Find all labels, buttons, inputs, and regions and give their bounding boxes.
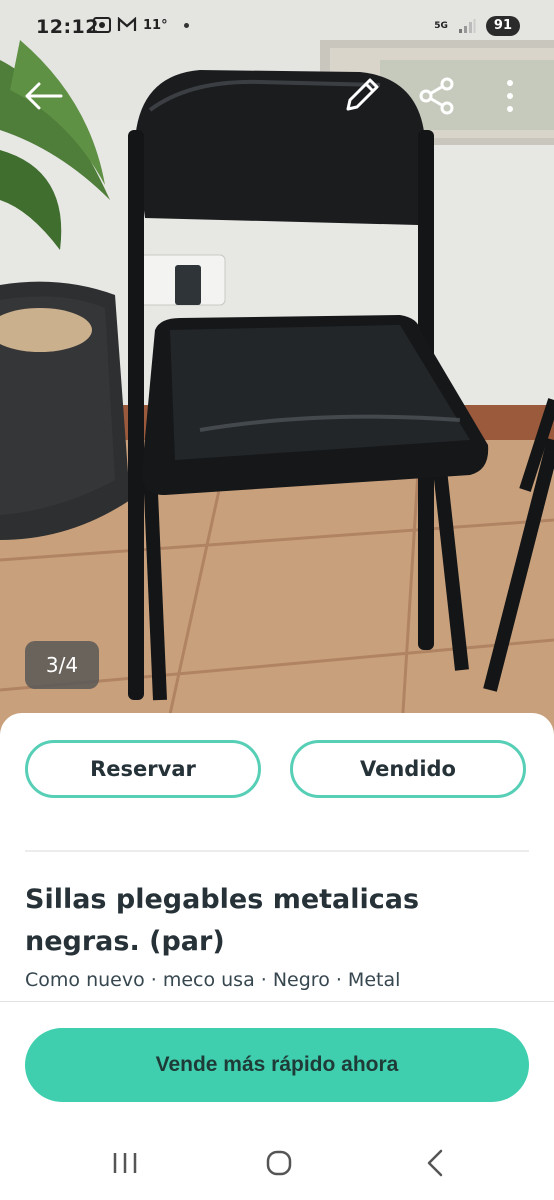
back-button[interactable] bbox=[21, 74, 65, 118]
photo-counter: 3/4 bbox=[25, 641, 99, 689]
nav-back-button[interactable] bbox=[405, 1138, 465, 1188]
system-navigation-bar bbox=[0, 1128, 554, 1200]
home-icon bbox=[266, 1150, 292, 1176]
arrow-left-icon bbox=[25, 82, 63, 110]
status-more-dot bbox=[183, 22, 189, 28]
edit-button[interactable] bbox=[340, 73, 384, 117]
sold-button[interactable]: Vendido bbox=[290, 740, 526, 798]
status-bar: 12:12 11° 5G 91 bbox=[0, 0, 554, 56]
gmail-notification-icon bbox=[117, 17, 137, 31]
listing-title: Sillas plegables metalicas negras. (par) bbox=[25, 884, 420, 957]
more-vertical-icon bbox=[507, 80, 513, 112]
reserve-button[interactable]: Reservar bbox=[25, 740, 261, 798]
home-button[interactable] bbox=[249, 1138, 309, 1188]
share-icon bbox=[419, 77, 454, 115]
signal-icon bbox=[458, 19, 476, 33]
status-time: 12:12 bbox=[36, 16, 99, 38]
network-type-label: 5G bbox=[434, 20, 448, 31]
footer-divider bbox=[0, 1001, 554, 1002]
status-temperature: 11° bbox=[143, 17, 168, 33]
recent-apps-button[interactable] bbox=[95, 1138, 155, 1188]
pencil-icon bbox=[346, 78, 379, 111]
nav-back-icon bbox=[427, 1149, 443, 1177]
listing-photo[interactable]: 12:12 11° 5G 91 3/4 bbox=[0, 0, 554, 760]
share-button[interactable] bbox=[415, 74, 459, 118]
recent-apps-icon bbox=[113, 1153, 137, 1173]
status-system-icons: 5G 91 bbox=[434, 16, 520, 36]
listing-attributes: Como nuevo · meco usa · Negro · Metal bbox=[25, 969, 401, 991]
more-options-button[interactable] bbox=[488, 74, 532, 118]
battery-indicator: 91 bbox=[485, 16, 520, 36]
status-notification-icons: 11° bbox=[93, 17, 189, 33]
screenshot-notification-icon bbox=[93, 17, 111, 33]
section-divider bbox=[25, 850, 529, 852]
listing-details-sheet: Reservar Vendido Sillas plegables metali… bbox=[0, 713, 554, 1200]
sell-faster-button[interactable]: Vende más rápido ahora bbox=[25, 1028, 529, 1102]
